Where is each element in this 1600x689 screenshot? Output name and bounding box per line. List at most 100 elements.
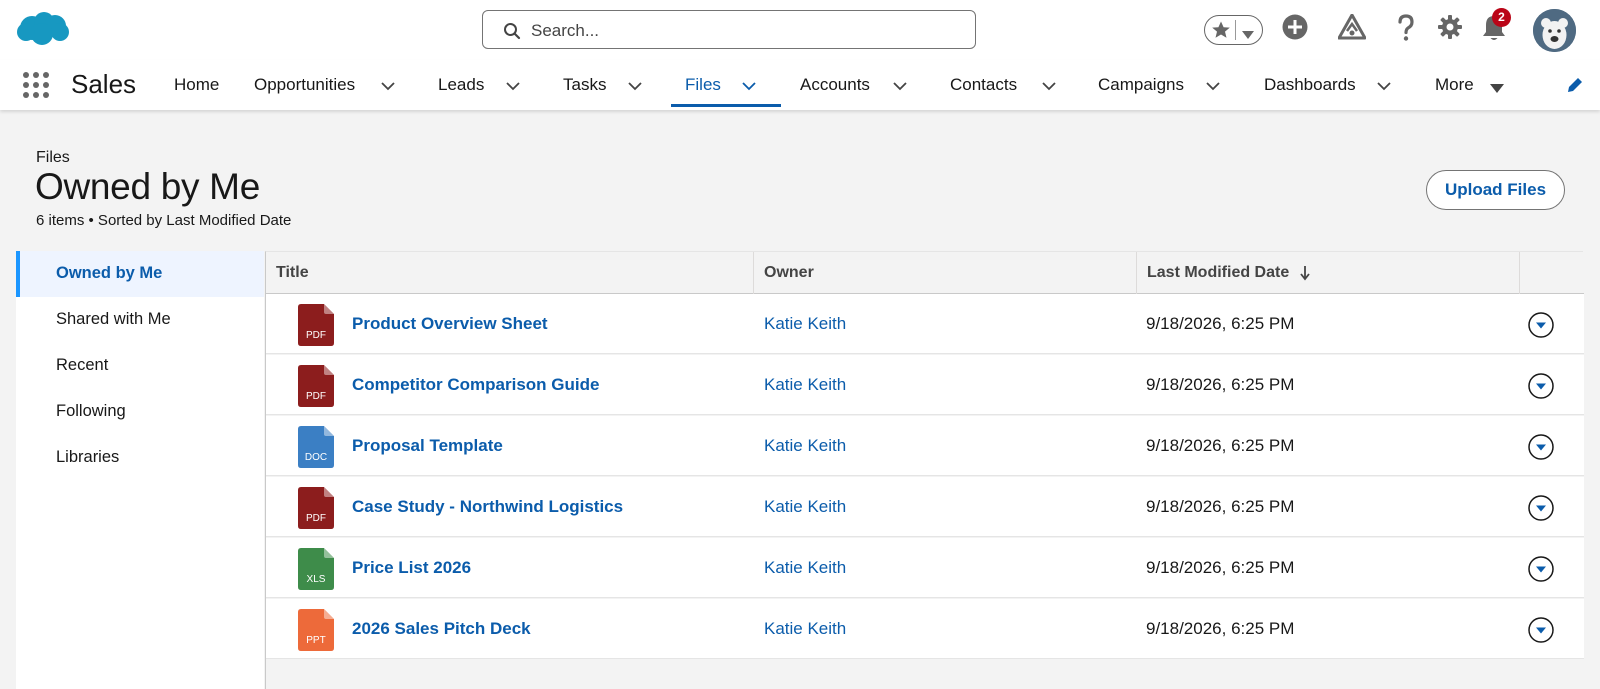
owner-link[interactable]: Katie Keith <box>764 558 846 578</box>
column-header-actions <box>1519 252 1584 294</box>
owner-link[interactable]: Katie Keith <box>764 375 846 395</box>
owner-link[interactable]: Katie Keith <box>764 314 846 334</box>
nav-tab-label: Home <box>174 75 220 94</box>
notification-count-badge: 2 <box>1492 8 1511 27</box>
sort-descending-arrow-icon <box>1299 265 1311 286</box>
column-header-label: Last Modified Date <box>1147 264 1290 281</box>
sidebar-item-following[interactable]: Following <box>16 389 264 435</box>
chevron-down-icon[interactable] <box>1376 78 1392 96</box>
global-header: Search... 2 <box>0 0 1600 60</box>
row-actions-dropdown-icon[interactable] <box>1528 556 1554 587</box>
owner-link[interactable]: Katie Keith <box>764 497 846 517</box>
sidebar-item-label: Following <box>56 402 126 420</box>
file-title-link[interactable]: Product Overview Sheet <box>352 314 548 334</box>
nav-tab-campaigns[interactable]: Campaigns <box>1098 60 1228 110</box>
help-icon[interactable] <box>1396 14 1416 47</box>
nav-tab-files[interactable]: Files <box>685 60 785 110</box>
owner-link[interactable]: Katie Keith <box>764 619 846 639</box>
row-actions-dropdown-icon[interactable] <box>1528 373 1554 404</box>
svg-text:PDF: PDF <box>306 513 326 524</box>
nav-tab-opportunities[interactable]: Opportunities <box>254 60 404 110</box>
chevron-down-icon[interactable] <box>627 78 643 96</box>
sidebar-item-label: Owned by Me <box>56 264 163 282</box>
pdf-file-icon: PDF <box>298 487 334 534</box>
last-modified-date: 9/18/2026, 6:25 PM <box>1146 558 1295 577</box>
doc-file-icon: DOC <box>298 426 334 473</box>
nav-tab-label: Campaigns <box>1098 75 1184 94</box>
nav-tab-label: Dashboards <box>1264 75 1356 94</box>
sidebar-item-label: Shared with Me <box>56 310 171 328</box>
chevron-down-icon[interactable] <box>741 78 757 96</box>
column-header-label: Owner <box>764 264 814 281</box>
active-tab-indicator <box>671 104 781 107</box>
sidebar-item-recent[interactable]: Recent <box>16 343 264 389</box>
last-modified-date: 9/18/2026, 6:25 PM <box>1146 375 1295 394</box>
chevron-down-icon[interactable] <box>505 78 521 96</box>
file-title-link[interactable]: 2026 Sales Pitch Deck <box>352 619 531 639</box>
upload-files-button[interactable]: Upload Files <box>1426 170 1565 210</box>
row-actions-dropdown-icon[interactable] <box>1528 617 1554 648</box>
edit-nav-pencil-icon[interactable] <box>1566 76 1584 99</box>
column-header-owner[interactable]: Owner <box>753 252 1136 294</box>
chevron-down-icon[interactable] <box>380 78 396 96</box>
favorites-button[interactable] <box>1204 15 1263 45</box>
nav-tab-label: Accounts <box>800 75 870 94</box>
nav-tab-tasks[interactable]: Tasks <box>563 60 663 110</box>
nav-tab-label: More <box>1435 75 1474 94</box>
nav-tab-label: Opportunities <box>254 75 356 94</box>
global-actions-add-icon[interactable] <box>1282 14 1308 45</box>
table-row: PPT 2026 Sales Pitch Deck Katie Keith 9/18/… <box>266 599 1584 659</box>
file-title-link[interactable]: Competitor Comparison Guide <box>352 375 599 395</box>
file-title-link[interactable]: Proposal Template <box>352 436 503 456</box>
pdf-file-icon: PDF <box>298 365 334 412</box>
pdf-file-icon: PDF <box>298 304 334 351</box>
last-modified-date: 9/18/2026, 6:25 PM <box>1146 497 1295 516</box>
last-modified-date: 9/18/2026, 6:25 PM <box>1146 314 1295 333</box>
nav-tab-dashboards[interactable]: Dashboards <box>1264 60 1404 110</box>
app-launcher-waffle-icon[interactable] <box>22 71 50 104</box>
sidebar-item-shared-with-me[interactable]: Shared with Me <box>16 297 264 343</box>
user-avatar[interactable] <box>1533 9 1576 52</box>
nav-tab-contacts[interactable]: Contacts <box>950 60 1070 110</box>
row-actions-dropdown-icon[interactable] <box>1528 312 1554 343</box>
sidebar-item-label: Recent <box>56 356 109 374</box>
page-title: Owned by Me <box>35 166 260 207</box>
svg-text:PPT: PPT <box>306 635 325 646</box>
last-modified-date: 9/18/2026, 6:25 PM <box>1146 436 1295 455</box>
setup-gear-icon[interactable] <box>1437 14 1463 45</box>
search-placeholder: Search... <box>531 21 600 40</box>
column-header-label: Title <box>276 264 309 281</box>
page-subtitle: 6 items • Sorted by Last Modified Date <box>36 212 292 229</box>
salesforce-logo-icon[interactable] <box>16 10 70 51</box>
nav-tab-label: Tasks <box>563 75 607 94</box>
table-row: XLS Price List 2026 Katie Keith 9/18/2026, … <box>266 538 1584 598</box>
table-row: PDF Case Study - Northwind Logistics Katie… <box>266 477 1584 537</box>
nav-tab-accounts[interactable]: Accounts <box>800 60 920 110</box>
file-title-link[interactable]: Price List 2026 <box>352 558 471 578</box>
breadcrumb[interactable]: Files <box>36 149 70 167</box>
column-header-last-modified-date[interactable]: Last Modified Date <box>1136 252 1519 294</box>
caret-down-icon <box>1490 80 1504 98</box>
files-sidebar: Owned by Me Shared with Me Recent Follow… <box>16 251 264 689</box>
table-row: PDF Product Overview Sheet Katie Keith 9/18… <box>266 294 1584 354</box>
table-row: PDF Competitor Comparison Guide Katie Keit… <box>266 355 1584 415</box>
row-actions-dropdown-icon[interactable] <box>1528 434 1554 465</box>
nav-tab-more[interactable]: More <box>1435 60 1515 110</box>
search-input[interactable]: Search... <box>482 10 976 49</box>
chevron-down-icon[interactable] <box>1041 78 1057 96</box>
nav-tab-leads[interactable]: Leads <box>438 60 538 110</box>
sidebar-item-label: Libraries <box>56 448 120 466</box>
chevron-down-icon[interactable] <box>1205 78 1221 96</box>
xls-file-icon: XLS <box>298 548 334 595</box>
owner-link[interactable]: Katie Keith <box>764 436 846 456</box>
sidebar-item-libraries[interactable]: Libraries <box>16 435 264 481</box>
nav-tab-home[interactable]: Home <box>174 60 254 110</box>
chevron-down-icon[interactable] <box>892 78 908 96</box>
sidebar-item-owned-by-me[interactable]: Owned by Me <box>16 251 264 297</box>
column-header-title[interactable]: Title <box>266 252 753 294</box>
favorites-dropdown-icon <box>1242 26 1254 44</box>
row-actions-dropdown-icon[interactable] <box>1528 495 1554 526</box>
table-header: Title Owner Last Modified Date <box>266 252 1584 294</box>
file-title-link[interactable]: Case Study - Northwind Logistics <box>352 497 623 517</box>
trailhead-icon[interactable] <box>1337 13 1367 45</box>
